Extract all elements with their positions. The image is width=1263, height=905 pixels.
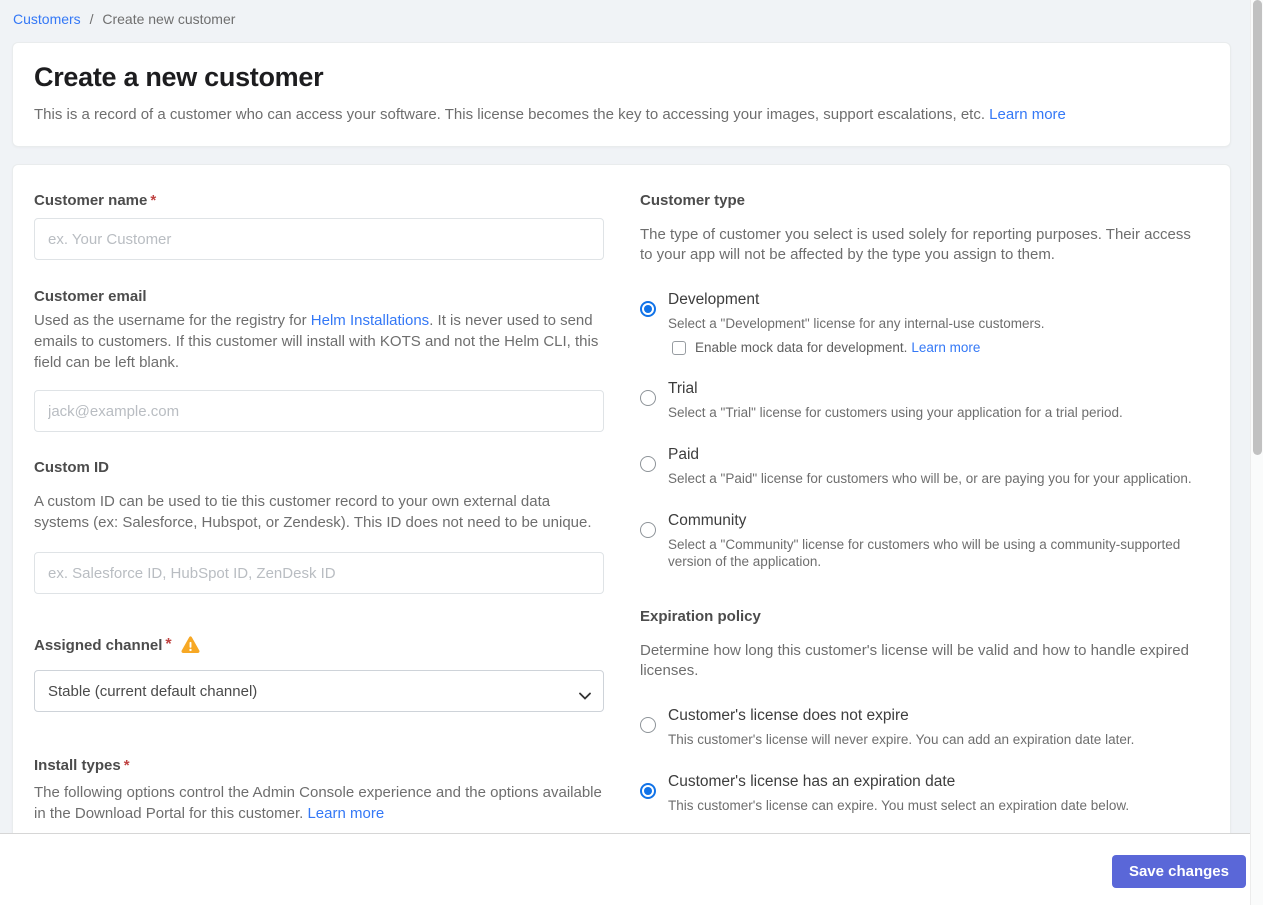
required-asterisk: * (165, 636, 172, 653)
install-types-help: The following options control the Admin … (34, 784, 602, 822)
trial-option-title: Trial (668, 380, 698, 397)
custom-id-help: A custom ID can be used to tie this cust… (34, 493, 592, 531)
customer-type-heading: Customer type (640, 192, 746, 209)
customer-type-option-paid: Paid Select a "Paid" license for custome… (640, 445, 1195, 487)
warning-triangle-icon (181, 636, 200, 654)
customer-type-description: The type of customer you select is used … (640, 226, 1191, 263)
assigned-channel-label: Assigned channel (34, 636, 163, 654)
paid-option-title: Paid (668, 446, 700, 463)
breadcrumb: Customers / Create new customer (0, 0, 1263, 27)
customer-email-input[interactable] (34, 390, 604, 432)
custom-id-input[interactable] (34, 552, 604, 594)
assigned-channel-label-row: Assigned channel * (34, 636, 604, 654)
save-changes-button[interactable]: Save changes (1111, 855, 1246, 888)
development-option-description: Select a "Development" license for any i… (668, 316, 1045, 331)
customer-type-option-community: Community Select a "Community" license f… (640, 511, 1195, 570)
assigned-channel-select-wrap: Stable (current default channel) (34, 670, 604, 712)
form-left-column: Customer name* Customer email Used as th… (34, 192, 604, 824)
header-card: Create a new customer This is a record o… (12, 42, 1231, 147)
license-no-expire-radio[interactable] (640, 717, 656, 733)
form-footer-bar: Save changes (0, 833, 1263, 905)
expiration-option-has-date: Customer's license has an expiration dat… (640, 772, 1195, 814)
page-title: Create a new customer (34, 62, 324, 92)
custom-id-label: Custom ID (34, 459, 109, 476)
install-types-learn-more-link[interactable]: Learn more (307, 805, 384, 822)
customer-email-label: Customer email (34, 288, 147, 305)
development-option-title: Development (668, 291, 760, 308)
expiration-policy-description: Determine how long this customer's licen… (640, 642, 1189, 679)
required-asterisk: * (123, 757, 130, 774)
customer-form-card: Customer name* Customer email Used as th… (12, 164, 1231, 844)
helm-installations-link[interactable]: Helm Installations (311, 312, 429, 329)
no-expire-option-title: Customer's license does not expire (668, 707, 909, 724)
assigned-channel-select[interactable]: Stable (current default channel) (34, 670, 604, 712)
customer-type-option-development: Development Select a "Development" licen… (640, 290, 1195, 355)
mock-data-checkbox[interactable] (672, 340, 686, 355)
mock-data-checkbox-row: Enable mock data for development. Learn … (672, 340, 1045, 355)
community-radio[interactable] (640, 522, 656, 538)
breadcrumb-customers-link[interactable]: Customers (13, 11, 81, 27)
has-date-option-title: Customer's license has an expiration dat… (668, 773, 956, 790)
community-option-description: Select a "Community" license for custome… (668, 537, 1181, 569)
mock-data-checkbox-label: Enable mock data for development. (695, 340, 908, 355)
trial-radio[interactable] (640, 390, 656, 406)
paid-option-description: Select a "Paid" license for customers wh… (668, 471, 1192, 486)
install-types-label: Install types * (34, 757, 130, 774)
has-date-option-description: This customer's license can expire. You … (668, 798, 1130, 813)
vertical-scrollbar-track[interactable] (1250, 0, 1263, 905)
required-asterisk: * (150, 192, 157, 209)
mock-data-learn-more-link[interactable]: Learn more (911, 340, 980, 355)
development-radio[interactable] (640, 301, 656, 317)
vertical-scrollbar-thumb[interactable] (1253, 0, 1262, 455)
create-customer-page: Customers / Create new customer Create a… (0, 0, 1263, 905)
header-learn-more-link[interactable]: Learn more (989, 106, 1066, 123)
expiration-policy-heading: Expiration policy (640, 608, 761, 625)
customer-name-label: Customer name * (34, 192, 157, 209)
no-expire-option-description: This customer's license will never expir… (668, 732, 1135, 747)
customer-type-option-trial: Trial Select a "Trial" license for custo… (640, 379, 1195, 421)
form-right-column: Customer type The type of customer you s… (640, 192, 1195, 814)
community-option-title: Community (668, 512, 747, 529)
page-description: This is a record of a customer who can a… (34, 106, 1066, 123)
customer-name-input[interactable] (34, 218, 604, 260)
expiration-option-no-expire: Customer's license does not expire This … (640, 706, 1195, 748)
customer-email-help: Used as the username for the registry fo… (34, 312, 599, 371)
paid-radio[interactable] (640, 456, 656, 472)
trial-option-description: Select a "Trial" license for customers u… (668, 405, 1123, 420)
breadcrumb-separator: / (89, 11, 94, 27)
breadcrumb-current: Create new customer (102, 11, 236, 27)
license-expires-radio[interactable] (640, 783, 656, 799)
